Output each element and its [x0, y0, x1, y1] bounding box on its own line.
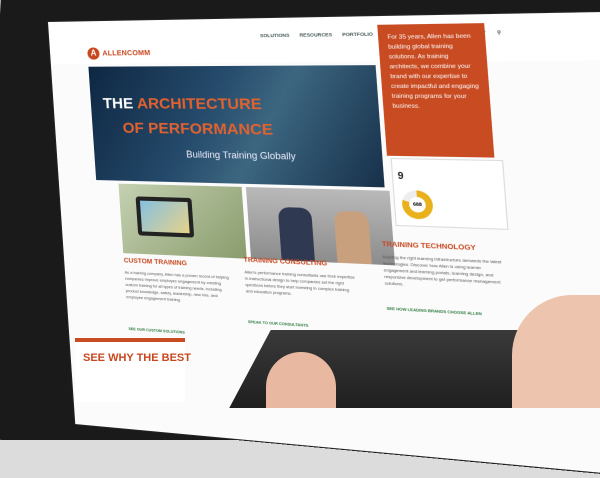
menu-item-portfolio[interactable]: PORTFOLIO [342, 31, 373, 38]
logo-a-icon: A [87, 47, 100, 60]
intro-text: For 35 years, Allen has been building gl… [387, 33, 480, 111]
donut-value: 688 [408, 196, 427, 213]
tablet-icon [135, 196, 195, 238]
hero-title-line2: OF PERFORMANCE [122, 119, 274, 139]
top-nav: A ALLENCOMM SOLUTIONS RESOURCES PORTFOLI… [48, 11, 600, 64]
hero-title-the: THE [102, 95, 138, 113]
training-consulting-body: Allen's performance training consultants… [244, 270, 355, 296]
training-technology-link[interactable]: SEE HOW LEADING BRANDS CHOOSE ALLEN [386, 306, 481, 316]
site-logo[interactable]: A ALLENCOMM [87, 47, 151, 60]
training-technology-body: Building the right learning infrastructu… [382, 254, 502, 287]
person-woman [333, 210, 372, 265]
custom-training-body: As a training company, Allen has a prove… [124, 270, 229, 303]
hero-title-line1: THE ARCHITECTURE [102, 95, 262, 113]
dashboard-thumbnail: 9 688 [390, 158, 509, 230]
training-technology-title: TRAINING TECHNOLOGY [381, 240, 477, 253]
people-photo [245, 187, 396, 266]
custom-training-title: CUSTOM TRAINING [123, 257, 188, 268]
search-icon[interactable]: ⚲ [497, 30, 502, 37]
hero-banner: THE ARCHITECTURE OF PERFORMANCE Building… [88, 65, 385, 188]
person-man [277, 206, 315, 262]
see-why-panel: SEE WHY THE BEST [75, 338, 191, 402]
training-consulting-link[interactable]: SPEAK TO OUR CONSULTANTS [248, 320, 309, 328]
menu-item-solutions[interactable]: SOLUTIONS [260, 33, 290, 40]
tablet-photo [118, 183, 247, 259]
custom-training-link[interactable]: SEE OUR CUSTOM SOLUTIONS [128, 327, 185, 335]
see-why-heading: SEE WHY THE BEST [83, 352, 191, 364]
menu-item-resources[interactable]: RESOURCES [299, 32, 332, 39]
hero-subtitle: Building Training Globally [185, 149, 297, 162]
dashboard-number: 9 [397, 170, 404, 182]
donut-chart-icon: 688 [401, 189, 434, 220]
logo-text: ALLENCOMM [102, 49, 151, 58]
intro-box: For 35 years, Allen has been building gl… [377, 23, 495, 158]
hero-title-accent: ARCHITECTURE [136, 95, 263, 114]
